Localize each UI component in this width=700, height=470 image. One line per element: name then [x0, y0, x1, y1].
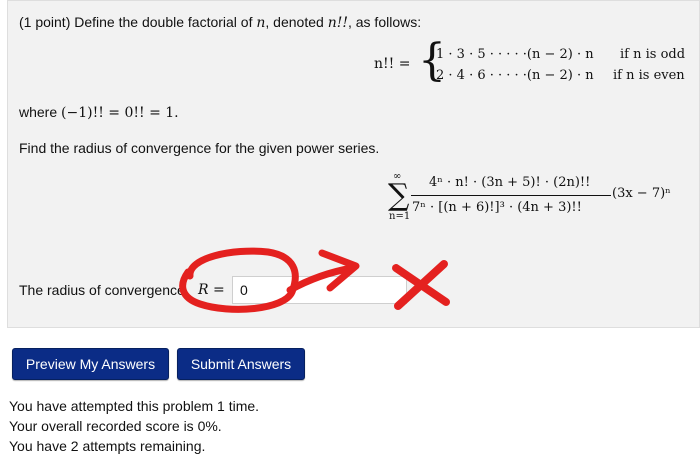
where-text: where [19, 104, 58, 120]
attempts-status: You have attempted this problem 1 time. [9, 398, 260, 414]
answer-input[interactable]: 0 [232, 276, 407, 304]
series-denominator: 7ⁿ · [(n + 6)!]³ · (4n + 3)!! [412, 200, 582, 215]
odd-case-expr: 1 · 3 · 5 · · · · ·(n − 2) · n [436, 47, 594, 62]
odd-case-cond: if n is odd [620, 47, 686, 62]
where-math: (−1)!! = 0!! = 1. [61, 105, 179, 121]
problem-intro: (1 point) Define the double factorial of… [19, 14, 421, 31]
series-numerator: 4ⁿ · n! · (3n + 5)! · (2n)!! [429, 175, 591, 190]
preview-answers-button[interactable]: Preview My Answers [12, 348, 169, 380]
sum-symbol: ∑ [388, 178, 410, 213]
intro-mid: , denoted [265, 14, 328, 30]
score-status: Your overall recorded score is 0%. [9, 418, 222, 434]
remaining-status: You have 2 attempts remaining. [9, 438, 206, 454]
even-case-expr: 2 · 4 · 6 · · · · ·(n − 2) · n [436, 68, 594, 83]
even-case-cond: if n is even [613, 68, 685, 83]
intro-notation: n!! [327, 15, 348, 31]
def-lhs: n!! = [374, 56, 411, 72]
submit-answers-button[interactable]: Submit Answers [177, 348, 305, 380]
find-instruction: Find the radius of convergence for the g… [19, 140, 380, 156]
sum-lower-limit: n=1 [389, 211, 411, 222]
answer-value: 0 [240, 282, 248, 298]
intro-points: (1 point) Define the double factorial of [19, 14, 257, 30]
fraction-bar [411, 195, 611, 196]
series-power-term: (3x − 7)ⁿ [612, 186, 671, 201]
where-line: where (−1)!! = 0!! = 1. [19, 104, 179, 121]
radius-var: R = [198, 282, 225, 298]
radius-label: The radius of convergence [19, 282, 185, 298]
intro-end: , as follows: [347, 14, 422, 30]
